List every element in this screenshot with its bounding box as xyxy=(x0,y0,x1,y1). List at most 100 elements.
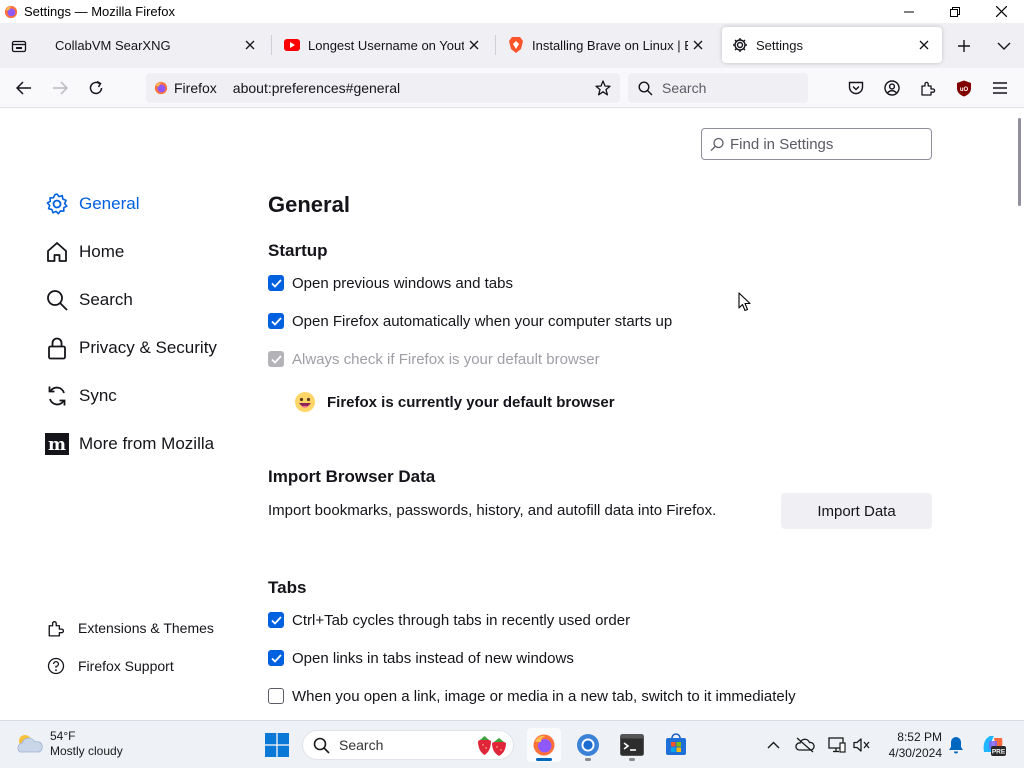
tab-close-button[interactable] xyxy=(240,35,260,55)
startup-option-autostart[interactable]: Open Firefox automatically when your com… xyxy=(268,310,672,332)
search-icon xyxy=(638,80,654,96)
start-button[interactable] xyxy=(260,728,294,762)
list-all-tabs-button[interactable] xyxy=(992,34,1016,58)
clock-date: 4/30/2024 xyxy=(888,746,942,760)
gear-icon xyxy=(732,37,748,53)
tabs-option-switch-immediately[interactable]: When you open a link, image or media in … xyxy=(268,685,796,707)
ublock-origin-icon: uO xyxy=(957,80,971,96)
scrollbar-thumb[interactable] xyxy=(1018,118,1021,206)
cloudy-weather-icon xyxy=(17,735,43,753)
checkbox[interactable] xyxy=(268,313,284,329)
identity-box[interactable]: Firefox xyxy=(154,80,217,96)
category-sync[interactable]: Sync xyxy=(44,379,117,413)
notifications-button[interactable] xyxy=(946,735,966,755)
tab-close-button[interactable] xyxy=(688,35,708,55)
ublock-origin-button[interactable]: uO xyxy=(952,76,976,100)
reload-button[interactable] xyxy=(84,76,108,100)
tab-label: Longest Username on Youtube xyxy=(308,37,464,53)
settings-page: General Home Search Privacy & Security S… xyxy=(0,108,1016,720)
close-icon xyxy=(693,40,703,50)
app-menu-button[interactable] xyxy=(988,76,1012,100)
url-bar[interactable]: Firefox about:preferences#general xyxy=(146,73,620,103)
search-icon xyxy=(710,136,726,152)
category-search[interactable]: Search xyxy=(44,283,133,317)
minimize-button[interactable] xyxy=(886,0,932,23)
onedrive-tray-button[interactable] xyxy=(795,735,815,755)
category-more-from-mozilla[interactable]: m More from Mozilla xyxy=(44,427,214,461)
extensions-button[interactable] xyxy=(916,76,940,100)
link-extensions-themes[interactable]: Extensions & Themes xyxy=(46,616,214,640)
tab-youtube[interactable]: Longest Username on Youtube xyxy=(274,27,492,63)
find-in-settings-box[interactable] xyxy=(701,128,932,160)
category-privacy-security[interactable]: Privacy & Security xyxy=(44,331,217,365)
find-in-settings-input[interactable] xyxy=(730,135,920,153)
tab-settings[interactable]: Settings xyxy=(722,27,942,63)
copilot-button[interactable]: PRE xyxy=(980,732,1006,758)
restore-button[interactable] xyxy=(932,0,978,23)
system-clock[interactable]: 8:52 PM 4/30/2024 xyxy=(880,729,942,761)
category-home[interactable]: Home xyxy=(44,235,124,269)
volume-tray-button[interactable] xyxy=(852,735,872,755)
network-tray-button[interactable] xyxy=(827,735,847,755)
checkbox-label: Open Firefox automatically when your com… xyxy=(292,312,673,330)
weather-temperature: 54°F xyxy=(50,729,76,743)
search-input[interactable] xyxy=(662,80,802,96)
tabs-option-links-in-tabs[interactable]: Open links in tabs instead of new window… xyxy=(268,647,574,669)
startup-option-restore-session[interactable]: Open previous windows and tabs xyxy=(268,272,513,294)
forward-button[interactable] xyxy=(48,76,72,100)
link-firefox-support[interactable]: Firefox Support xyxy=(46,654,174,678)
running-indicator xyxy=(629,758,635,761)
taskbar-chromium[interactable] xyxy=(571,728,605,762)
checkbox[interactable] xyxy=(268,650,284,666)
category-label: More from Mozilla xyxy=(79,434,215,453)
back-button[interactable] xyxy=(12,76,36,100)
close-window-button[interactable] xyxy=(978,0,1024,23)
taskbar-microsoft-store[interactable] xyxy=(659,728,693,762)
search-icon xyxy=(313,736,331,754)
tab-brave[interactable]: Installing Brave on Linux | Brave xyxy=(498,27,716,63)
weather-widget[interactable]: 54°F Mostly cloudy xyxy=(14,729,123,759)
windows-logo-icon xyxy=(265,733,289,757)
microsoft-store-icon xyxy=(666,733,686,755)
checkbox-label: Ctrl+Tab cycles through tabs in recently… xyxy=(292,611,631,629)
url-text[interactable]: about:preferences#general xyxy=(233,80,592,96)
account-button[interactable] xyxy=(880,76,904,100)
bookmark-star-button[interactable] xyxy=(592,77,614,99)
tab-close-button[interactable] xyxy=(464,35,484,55)
tabs-option-ctrl-tab[interactable]: Ctrl+Tab cycles through tabs in recently… xyxy=(268,609,630,631)
svg-text:PRE: PRE xyxy=(992,749,1006,756)
speaker-muted-icon xyxy=(853,738,870,752)
checkbox[interactable] xyxy=(268,688,284,704)
checkbox[interactable] xyxy=(268,275,284,291)
vertical-scrollbar[interactable] xyxy=(1016,108,1024,720)
tab-separator xyxy=(271,35,272,55)
svg-text:m: m xyxy=(48,435,66,455)
weather-description: Mostly cloudy xyxy=(50,744,123,758)
tab-separator xyxy=(495,35,496,55)
link-label: Extensions & Themes xyxy=(78,620,214,636)
taskbar-search-box[interactable]: Search xyxy=(302,730,514,760)
pocket-button[interactable] xyxy=(844,76,868,100)
show-hidden-icons-button[interactable] xyxy=(763,735,783,755)
page-title: General xyxy=(268,192,350,217)
strawberry-icon xyxy=(478,736,506,756)
search-bar[interactable] xyxy=(628,73,808,103)
import-data-button[interactable]: Import Data xyxy=(781,493,932,529)
happy-face-icon xyxy=(295,392,315,412)
navigation-toolbar: Firefox about:preferences#general uO xyxy=(0,68,1024,108)
close-icon xyxy=(469,40,479,50)
taskbar-firefox[interactable] xyxy=(527,728,561,762)
default-browser-status: Firefox is currently your default browse… xyxy=(294,390,615,414)
tab-close-button[interactable] xyxy=(914,35,934,55)
taskbar-terminal[interactable] xyxy=(615,728,649,762)
tab-collabvm-searxng[interactable]: CollabVM SearXNG xyxy=(44,27,268,63)
new-tab-button[interactable] xyxy=(952,34,976,58)
category-general[interactable]: General xyxy=(44,187,139,221)
cloud-offline-icon xyxy=(795,737,815,753)
pocket-icon xyxy=(848,81,864,94)
copilot-icon: PRE xyxy=(983,736,1006,756)
firefox-view-button[interactable] xyxy=(8,35,30,57)
firefox-view-icon xyxy=(11,40,27,53)
home-icon xyxy=(44,239,70,265)
checkbox[interactable] xyxy=(268,612,284,628)
